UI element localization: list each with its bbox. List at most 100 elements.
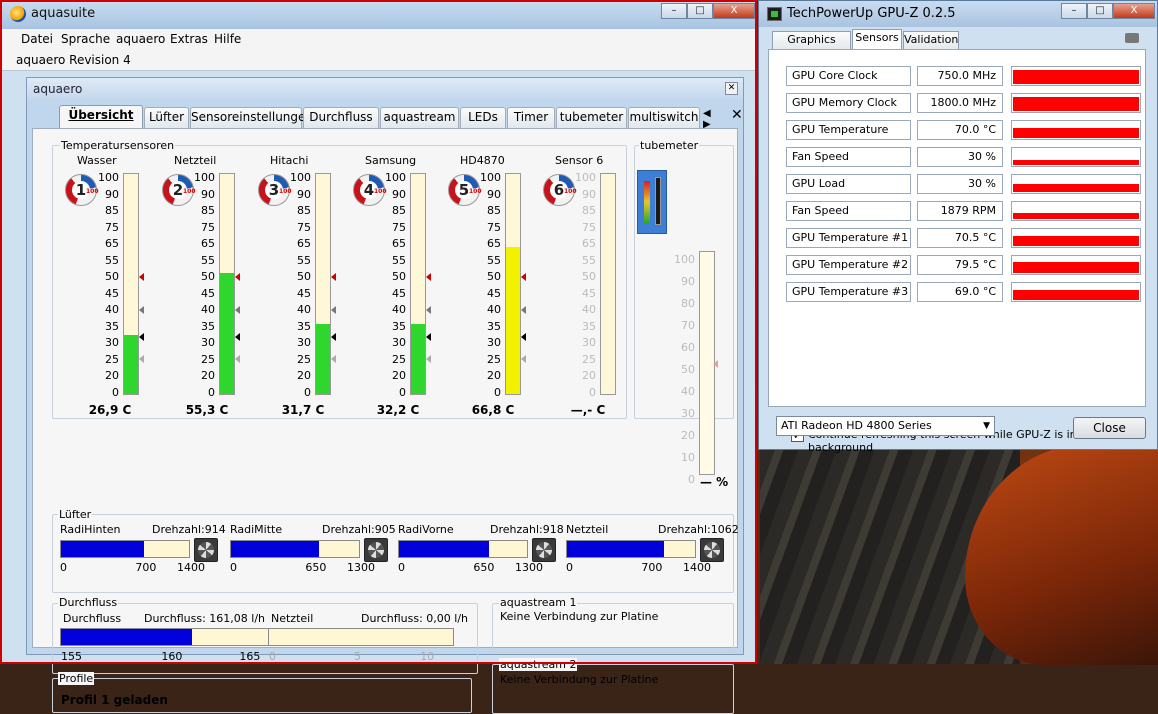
fan-name: Netzteil xyxy=(566,523,609,536)
gpu-device-select[interactable]: ATI Radeon HD 4800 Series ▼ xyxy=(776,416,995,436)
window-title: aquasuite xyxy=(31,6,96,21)
scale-tick-label: 45 xyxy=(105,286,119,300)
scale-tick-label: 90 xyxy=(487,187,501,201)
temperature-scale: 100 90 85 75 65 55 50 45 40 35 30 25 20 0 xyxy=(93,171,119,399)
aquaero-titlebar[interactable]: aquaero ✕ xyxy=(27,78,743,100)
sensor-graph-fill xyxy=(1013,128,1139,138)
aquaero-close-icon[interactable]: ✕ xyxy=(725,82,738,95)
sensor-name: HD4870 xyxy=(460,154,505,167)
scale-tick-label: 40 xyxy=(105,303,119,316)
temperature-value: 26,9 C xyxy=(88,403,132,417)
tubemeter-tick-label: 80 xyxy=(681,297,695,310)
sensor-name: Wasser xyxy=(77,154,117,167)
minimize-button[interactable]: – xyxy=(661,3,687,19)
aquastream1-status: Keine Verbindung zur Platine xyxy=(500,610,659,623)
scale-tick-label: 65 xyxy=(582,237,596,250)
scale-tick-label: 45 xyxy=(297,286,311,300)
gpuz-close-dialog-button[interactable]: Close xyxy=(1073,417,1146,439)
sensor-label: GPU Memory Clock xyxy=(786,93,911,113)
sensor-label: GPU Core Clock xyxy=(786,66,911,86)
fan-scale-tick: 1300 xyxy=(515,561,543,574)
scale-tick-label: 75 xyxy=(297,220,311,234)
tubemeter-tick-label: 100 xyxy=(674,253,695,266)
temperature-group-label: Temperatursensoren xyxy=(60,139,176,152)
menu-sprache[interactable]: Sprache xyxy=(61,32,110,46)
sensor-graph xyxy=(1011,174,1141,194)
tab-leds[interactable]: LEDs xyxy=(460,107,506,128)
threshold-marker xyxy=(331,306,336,315)
tab-tubemeter[interactable]: tubemeter xyxy=(556,107,627,128)
aquastream2-label: aquastream 2 xyxy=(499,658,578,671)
scale-tick-label: 75 xyxy=(105,220,119,234)
maximize-button[interactable]: □ xyxy=(687,3,713,19)
tab-graphics-card[interactable]: Graphics Card xyxy=(772,31,851,62)
flow-value: Durchfluss: 161,08 l/h xyxy=(144,612,266,625)
scale-tick-label: 20 xyxy=(392,369,406,382)
close-button[interactable]: X xyxy=(713,3,755,19)
tubemeter-label: tubemeter xyxy=(639,139,700,152)
aquasuite-titlebar[interactable]: aquasuite – □ X xyxy=(1,1,756,29)
tab-uebersicht[interactable]: Übersicht xyxy=(59,105,143,129)
sensor-value: 79.5 °C xyxy=(917,255,1003,275)
scale-tick-label: 100 xyxy=(575,171,596,184)
menu-hilfe[interactable]: Hilfe xyxy=(214,32,241,46)
threshold-marker xyxy=(426,272,431,281)
temperature-fill xyxy=(411,323,425,394)
profile-label: Profile xyxy=(58,672,95,685)
screenshot-camera-icon[interactable] xyxy=(1125,33,1139,43)
tab-close-icon[interactable]: ✕ xyxy=(731,107,743,123)
menu-extras[interactable]: Extras xyxy=(170,32,208,46)
flow-scale-tick: 165 xyxy=(239,650,261,663)
fan-icon[interactable] xyxy=(700,538,724,562)
sensor-label: Fan Speed xyxy=(786,201,911,221)
tab-validation[interactable]: Validation xyxy=(903,31,959,49)
gpuz-close-button[interactable]: X xyxy=(1113,3,1155,19)
scale-tick-label: 55 xyxy=(105,253,119,267)
scale-tick-label: 100 xyxy=(385,171,406,184)
aquaero-child-window: aquaero ✕ Übersicht Lüfter Sensoreinstel… xyxy=(26,77,744,714)
gpuz-window: TechPowerUp GPU-Z 0.2.5 – □ X Graphics C… xyxy=(758,0,1158,454)
temperature-scale: 100 90 85 75 65 55 50 45 40 35 30 25 20 0 xyxy=(380,171,406,399)
scale-tick-label: 0 xyxy=(589,385,596,399)
scale-tick-label: 0 xyxy=(304,385,311,399)
scale-tick-label: 65 xyxy=(392,237,406,250)
gpuz-minimize-button[interactable]: – xyxy=(1061,3,1087,19)
gpuz-titlebar[interactable]: TechPowerUp GPU-Z 0.2.5 – □ X xyxy=(759,1,1157,27)
tab-timer[interactable]: Timer xyxy=(507,107,555,128)
tubemeter-tick-label: 50 xyxy=(681,363,695,376)
scale-tick-label: 75 xyxy=(487,220,501,234)
sensor-graph-fill xyxy=(1013,213,1139,219)
fan-speed-bar xyxy=(398,540,528,558)
scale-tick-label: 25 xyxy=(392,352,406,366)
sensor-label: GPU Temperature xyxy=(786,120,911,140)
tab-sensors[interactable]: Sensors xyxy=(852,29,902,50)
gpu-device-value: ATI Radeon HD 4800 Series xyxy=(781,419,932,432)
menu-aquaero[interactable]: aquaero xyxy=(116,32,165,46)
scale-tick-label: 55 xyxy=(487,253,501,267)
overview-panel: Temperatursensoren tubemeter 100 90 80 70 60… xyxy=(32,128,739,714)
sensor-graph-fill xyxy=(1013,262,1139,273)
tab-multiswitch[interactable]: multiswitch xyxy=(628,107,700,128)
sensor-graph-fill xyxy=(1013,97,1139,111)
fan-speed-bar xyxy=(566,540,696,558)
fan-scale-tick: 700 xyxy=(135,561,157,574)
scale-tick-label: 45 xyxy=(201,286,215,300)
scale-tick-label: 45 xyxy=(487,286,501,300)
fan-scale-tick: 1400 xyxy=(177,561,205,574)
fan-icon[interactable] xyxy=(532,538,556,562)
threshold-marker xyxy=(139,355,144,364)
fan-icon[interactable] xyxy=(364,538,388,562)
fan-scale-tick: 650 xyxy=(305,561,327,574)
threshold-marker xyxy=(521,306,526,315)
tab-luefter[interactable]: Lüfter xyxy=(144,107,189,128)
menu-datei[interactable]: Datei xyxy=(21,32,53,46)
threshold-marker xyxy=(331,355,336,364)
tab-aquastream[interactable]: aquastream xyxy=(380,107,459,128)
tab-sensoreinstellungen[interactable]: Sensoreinstellungen xyxy=(190,107,313,128)
scale-tick-label: 30 xyxy=(105,336,119,349)
tubemeter-scale: 100 90 80 70 60 50 40 30 20 10 0 xyxy=(669,253,695,486)
tab-durchfluss[interactable]: Durchfluss xyxy=(303,107,379,128)
temperature-scale: 100 90 85 75 65 55 50 45 40 35 30 25 20 0 xyxy=(475,171,501,399)
gpuz-maximize-button[interactable]: □ xyxy=(1087,3,1113,19)
fan-icon[interactable] xyxy=(194,538,218,562)
